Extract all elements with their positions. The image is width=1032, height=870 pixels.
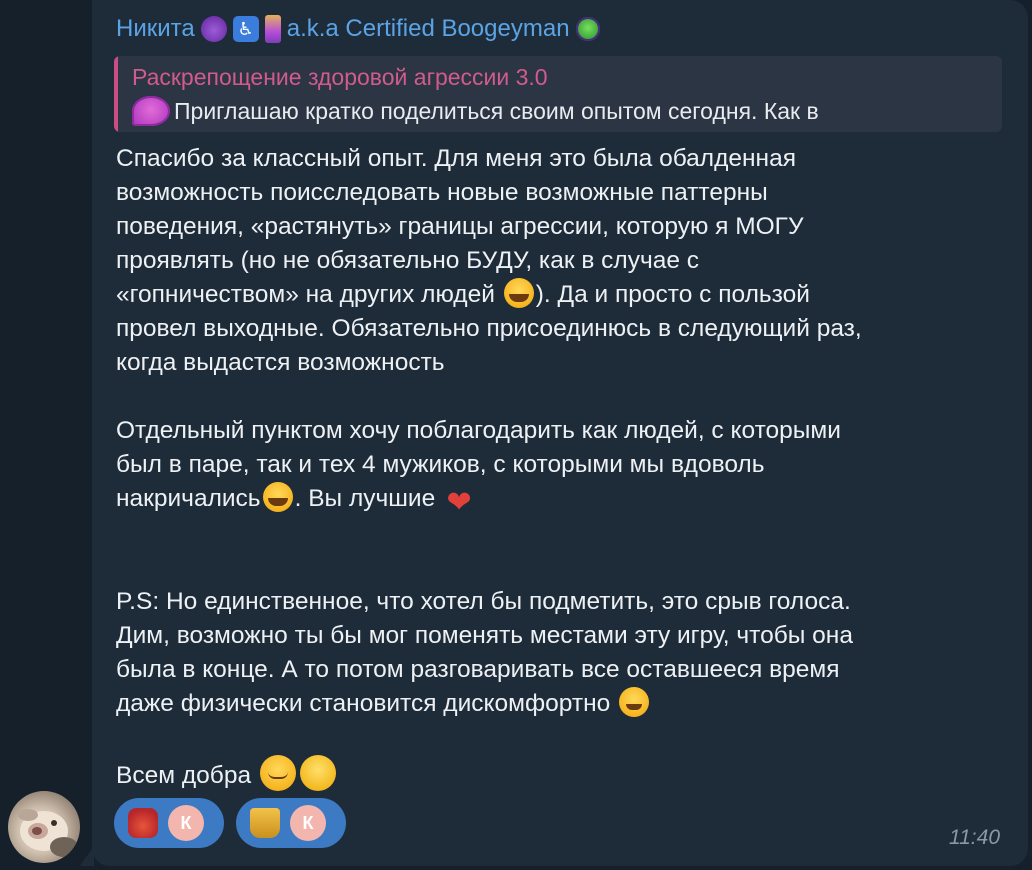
message-bubble[interactable]: Никита ♿ a.k.a Certified Boogeyman Раскр… xyxy=(92,0,1028,866)
message-text: Спасибо за классный опыт. Для меня это б… xyxy=(116,142,1016,793)
sender-line[interactable]: Никита ♿ a.k.a Certified Boogeyman xyxy=(116,12,600,46)
sender-alias[interactable]: a.k.a Certified Boogeyman xyxy=(287,15,570,43)
grinning-sweat-emoji-icon xyxy=(619,687,650,717)
sender-name[interactable]: Никита xyxy=(116,15,195,43)
text-line: Спасибо за классный опыт. Для меня это б… xyxy=(116,145,796,172)
text-line: Отдельный пунктом хочу поблагодарить как… xyxy=(116,417,841,444)
text-segment: даже физически становится дискомфортно xyxy=(116,690,611,717)
text-line: P.S: Но единственное, что хотел бы подме… xyxy=(116,588,851,615)
dancer-emoji-icon xyxy=(264,15,281,43)
red-heart-emoji-icon: ❤ xyxy=(446,486,472,519)
reactor-avatar[interactable]: К xyxy=(290,805,326,841)
text-segment: накричались xyxy=(116,485,261,512)
text-line: «гопничеством» на других людей ). Да и п… xyxy=(116,278,1016,312)
text-line: когда выдастся возможность xyxy=(116,349,445,376)
slightly-smiling-emoji-icon xyxy=(259,755,296,791)
avatar-photo-icon xyxy=(18,809,78,857)
speech-bubble-emoji-icon xyxy=(132,96,170,126)
reply-accent-bar xyxy=(114,56,118,132)
text-segment: . Вы лучшие xyxy=(294,485,436,512)
tears-of-joy-emoji-icon xyxy=(503,278,534,308)
devil-emoji-icon xyxy=(200,16,227,42)
text-line: поведения, «растянуть» границы агрессии,… xyxy=(116,213,804,240)
text-line: Дим, возможно ты бы мог поменять местами… xyxy=(116,622,853,649)
reply-text: Приглашаю кратко поделиться своим опытом… xyxy=(174,97,819,124)
text-line: даже физически становится дискомфортно xyxy=(116,687,1016,721)
text-line: была в конце. А то потом разговаривать в… xyxy=(116,656,840,683)
reaction-trophy[interactable]: К xyxy=(236,798,346,848)
message-time: 11:40 xyxy=(949,826,1000,849)
zany-face-emoji-icon xyxy=(299,755,336,791)
text-segment: ). Да и просто с пользой xyxy=(535,281,810,308)
reply-preview[interactable]: Раскрепощение здоровой агрессии 3.0 Приг… xyxy=(114,56,1002,132)
text-line: возможность поисследовать новые возможны… xyxy=(116,179,768,206)
text-line: накричались . Вы лучшие ❤ xyxy=(116,482,1016,519)
reactor-avatar[interactable]: К xyxy=(168,805,204,841)
trophy-icon xyxy=(250,808,280,838)
chat-view: Никита ♿ a.k.a Certified Boogeyman Раскр… xyxy=(0,0,1032,870)
text-line: был в паре, так и тех 4 мужиков, с котор… xyxy=(116,451,765,478)
reply-title: Раскрепощение здоровой агрессии 3.0 xyxy=(132,64,548,90)
reaction-heart-on-fire[interactable]: К xyxy=(114,798,224,848)
rofl-emoji-icon xyxy=(262,482,293,512)
text-line: провел выходные. Обязательно присоединюс… xyxy=(116,315,862,342)
reply-text-line: Приглашаю кратко поделиться своим опытом… xyxy=(132,96,819,126)
text-line: Всем добра xyxy=(116,755,1016,793)
sender-avatar[interactable] xyxy=(8,791,80,863)
heart-on-fire-icon xyxy=(128,808,158,838)
text-segment: «гопничеством» на других людей xyxy=(116,281,495,308)
text-segment: Всем добра xyxy=(116,762,252,789)
text-line: проявлять (но не обязательно БУДУ, как в… xyxy=(116,247,700,274)
alien-monster-emoji-icon xyxy=(575,17,600,41)
wheelchair-emoji-icon: ♿ xyxy=(232,16,259,42)
reactions-bar: К К xyxy=(114,798,346,848)
